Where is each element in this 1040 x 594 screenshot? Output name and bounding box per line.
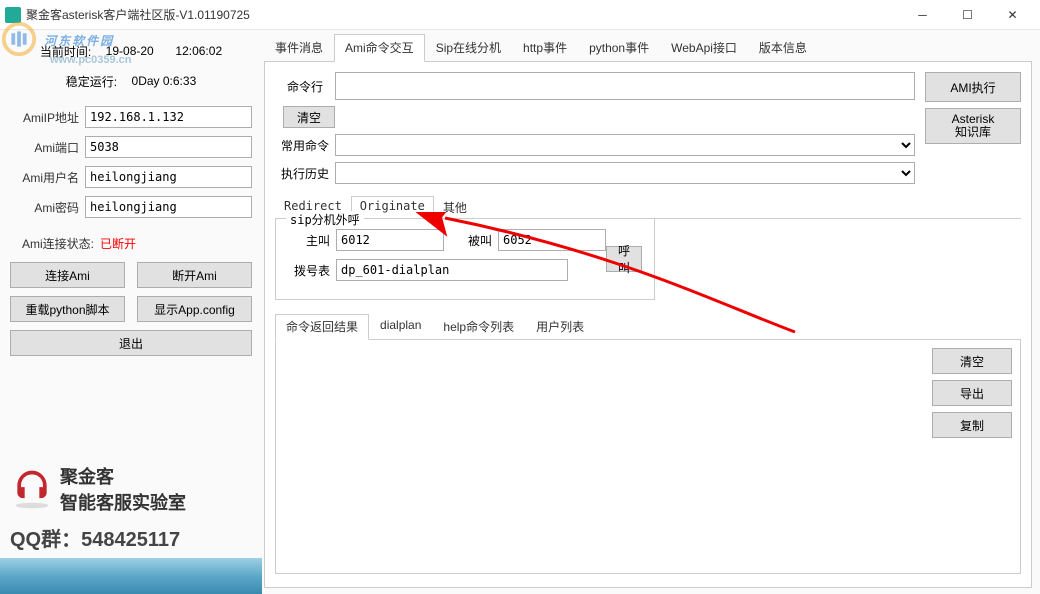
minimize-button[interactable]: ─ bbox=[900, 1, 945, 29]
tab-webapi[interactable]: WebApi接口 bbox=[660, 34, 748, 62]
titlebar: 聚金客asterisk客户端社区版-V1.01190725 ─ ☐ ✕ bbox=[0, 0, 1040, 30]
history-label: 执行历史 bbox=[275, 165, 335, 182]
result-export-button[interactable]: 导出 bbox=[932, 380, 1012, 406]
common-cmd-label: 常用命令 bbox=[275, 137, 335, 154]
disconnect-button[interactable]: 断开Ami bbox=[137, 262, 252, 288]
connection-status-row: Ami连接状态: 已断开 bbox=[10, 232, 252, 254]
window-title: 聚金客asterisk客户端社区版-V1.01190725 bbox=[26, 6, 900, 23]
left-panel: 当前时间: 19-08-20 12:06:02 稳定运行: 0Day 0:6:3… bbox=[0, 30, 262, 594]
maximize-button[interactable]: ☐ bbox=[945, 1, 990, 29]
cmdline-label: 命令行 bbox=[275, 78, 335, 95]
port-input[interactable] bbox=[85, 136, 252, 158]
user-label: Ami用户名 bbox=[10, 169, 85, 186]
dialplan-input[interactable] bbox=[336, 259, 568, 281]
caller-label: 主叫 bbox=[288, 232, 330, 249]
pass-label: Ami密码 bbox=[10, 199, 85, 216]
asterisk-kb-button[interactable]: Asterisk知识库 bbox=[925, 108, 1021, 144]
user-input[interactable] bbox=[85, 166, 252, 188]
call-button[interactable]: 呼叫 bbox=[606, 246, 642, 272]
tab-version[interactable]: 版本信息 bbox=[748, 34, 818, 62]
uptime: 稳定运行: 0Day 0:6:33 bbox=[10, 70, 252, 92]
caller-input[interactable] bbox=[336, 229, 444, 251]
callee-label: 被叫 bbox=[450, 232, 492, 249]
common-cmd-select[interactable] bbox=[335, 134, 915, 156]
dialplan-label: 拨号表 bbox=[288, 262, 330, 279]
qq-group: QQ群：548425117 bbox=[0, 521, 262, 558]
connection-status: 已断开 bbox=[100, 235, 136, 252]
reload-python-button[interactable]: 重载python脚本 bbox=[10, 296, 125, 322]
action-tabs: Redirect Originate 其他 bbox=[275, 196, 1021, 219]
tab-ami-cmd[interactable]: Ami命令交互 bbox=[334, 34, 425, 62]
main-tabs: 事件消息 Ami命令交互 Sip在线分机 http事件 python事件 Web… bbox=[264, 34, 1032, 62]
tab-http[interactable]: http事件 bbox=[512, 34, 578, 62]
history-select[interactable] bbox=[335, 162, 915, 184]
footer: 聚金客 智能客服实验室 QQ群：548425117 bbox=[0, 457, 262, 594]
pass-input[interactable] bbox=[85, 196, 252, 218]
headset-icon bbox=[10, 467, 54, 511]
tab-result[interactable]: 命令返回结果 bbox=[275, 314, 369, 340]
tab-sip-online[interactable]: Sip在线分机 bbox=[425, 34, 512, 62]
app-icon bbox=[5, 7, 21, 23]
footer-strip bbox=[0, 558, 262, 594]
ip-label: AmiIP地址 bbox=[10, 109, 85, 126]
result-tabs: 命令返回结果 dialplan help命令列表 用户列表 bbox=[275, 314, 1021, 340]
result-copy-button[interactable]: 复制 bbox=[932, 412, 1012, 438]
clear-cmd-button[interactable]: 清空 bbox=[283, 106, 335, 128]
connect-button[interactable]: 连接Ami bbox=[10, 262, 125, 288]
tab-other[interactable]: 其他 bbox=[434, 196, 476, 219]
show-config-button[interactable]: 显示App.config bbox=[137, 296, 252, 322]
current-time: 当前时间: 19-08-20 12:06:02 bbox=[10, 40, 252, 62]
callee-input[interactable] bbox=[498, 229, 606, 251]
right-panel: 事件消息 Ami命令交互 Sip在线分机 http事件 python事件 Web… bbox=[262, 30, 1040, 594]
originate-group: sip分机外呼 主叫 被叫 拨号表 bbox=[275, 218, 655, 300]
ami-exec-button[interactable]: AMI执行 bbox=[925, 72, 1021, 102]
result-clear-button[interactable]: 清空 bbox=[932, 348, 1012, 374]
close-button[interactable]: ✕ bbox=[990, 1, 1035, 29]
tab-users[interactable]: 用户列表 bbox=[525, 314, 595, 340]
result-textarea[interactable] bbox=[276, 340, 924, 573]
tab-python[interactable]: python事件 bbox=[578, 34, 660, 62]
port-label: Ami端口 bbox=[10, 139, 85, 156]
cmdline-input[interactable] bbox=[335, 72, 915, 100]
tab-events[interactable]: 事件消息 bbox=[264, 34, 334, 62]
tab-help[interactable]: help命令列表 bbox=[432, 314, 525, 340]
tab-dialplan[interactable]: dialplan bbox=[369, 314, 432, 340]
ip-input[interactable] bbox=[85, 106, 252, 128]
exit-button[interactable]: 退出 bbox=[10, 330, 252, 356]
